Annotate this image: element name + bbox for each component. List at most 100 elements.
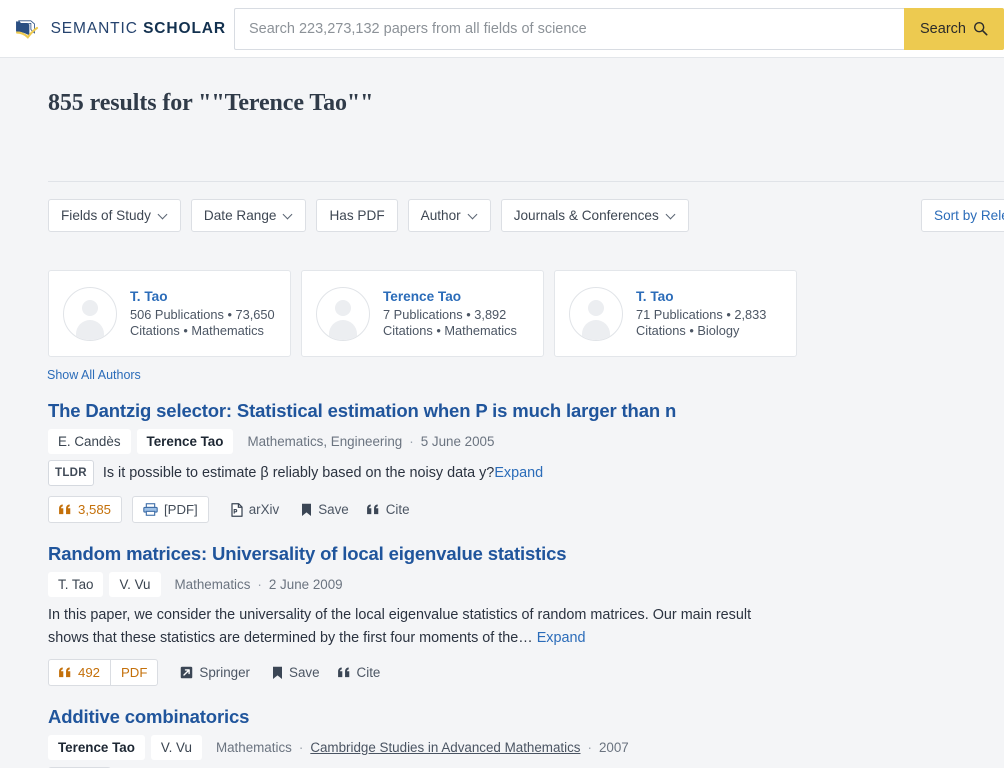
paper-venue-link[interactable]: Cambridge Studies in Advanced Mathematic… xyxy=(310,740,580,755)
filter-button-journals-conferences[interactable]: Journals & Conferences xyxy=(500,199,689,232)
save-button[interactable]: Save xyxy=(301,502,349,517)
paper-title-link[interactable]: Additive combinatorics xyxy=(48,705,1004,729)
paper-meta: Mathematics · Cambridge Studies in Advance… xyxy=(216,740,629,755)
filter-button-author[interactable]: Author xyxy=(407,199,491,232)
filter-button-label: Fields of Study xyxy=(61,208,151,223)
author-card-info: T. Tao 506 Publications • 73,650 Citatio… xyxy=(130,289,276,339)
paper-actions: 492 PDF Springer Save Cite xyxy=(48,659,1004,686)
tldr-badge: TLDR xyxy=(48,460,94,486)
brand-word-semantic: SEMANTIC xyxy=(50,19,144,37)
author-pill[interactable]: V. Vu xyxy=(150,735,202,760)
citation-count-label: 492 xyxy=(78,665,101,680)
quote-icon xyxy=(366,504,380,515)
author-card-meta: 7 Publications • 3,892 Citations • Mathe… xyxy=(383,306,517,338)
author-card-name[interactable]: T. Tao xyxy=(130,289,276,304)
results-list: The Dantzig selector: Statistical estima… xyxy=(48,399,1004,768)
pdf-button[interactable]: PDF xyxy=(110,659,159,686)
quote-icon xyxy=(337,667,351,678)
filter-button-fields-of-study[interactable]: Fields of Study xyxy=(48,199,181,232)
filter-bar: Fields of Study Date Range Has PDF Author Jo… xyxy=(48,199,1004,232)
save-button[interactable]: Save xyxy=(272,665,320,680)
search-button[interactable]: Search xyxy=(904,7,1004,50)
sort-by-button[interactable]: Sort by Relevance xyxy=(921,199,1004,232)
paper-fields: Mathematics xyxy=(174,577,251,592)
search-input[interactable] xyxy=(234,7,904,50)
filter-button-label: Author xyxy=(420,208,461,223)
bookmark-icon xyxy=(272,666,283,680)
author-pill[interactable]: E. Candès xyxy=(48,429,131,454)
chevron-down-icon xyxy=(667,211,676,220)
tldr-text: Is it possible to estimate β reliably ba… xyxy=(102,465,544,481)
author-card[interactable]: Terence Tao 7 Publications • 3,892 Citat… xyxy=(301,270,544,357)
paper-title-link[interactable]: The Dantzig selector: Statistical estima… xyxy=(48,399,1004,423)
meta-separator: · xyxy=(298,740,304,755)
filter-button-date-range[interactable]: Date Range xyxy=(190,199,307,232)
search-bar: Search xyxy=(234,7,1004,50)
author-pill[interactable]: V. Vu xyxy=(109,572,161,597)
filter-button-label: Date Range xyxy=(203,208,277,223)
author-card-name[interactable]: Terence Tao xyxy=(383,289,529,304)
chevron-down-icon xyxy=(284,211,293,220)
avatar xyxy=(63,286,117,341)
brand-word-scholar: SCHOLAR xyxy=(143,19,226,37)
main-content: 855 results for ""Terence Tao"" Fields o… xyxy=(0,58,1004,768)
show-all-authors-link[interactable]: Show All Authors xyxy=(47,368,141,382)
filter-button-label: Has PDF xyxy=(329,208,385,223)
citation-count-button[interactable]: 3,585 xyxy=(48,496,123,523)
author-card-meta: 506 Publications • 73,650 Citations • Ma… xyxy=(130,306,275,338)
search-button-label: Search xyxy=(920,20,966,37)
author-card[interactable]: T. Tao 71 Publications • 2,833 Citations… xyxy=(554,270,797,357)
author-card[interactable]: T. Tao 506 Publications • 73,650 Citatio… xyxy=(48,270,291,357)
author-pill[interactable]: Terence Tao xyxy=(48,735,145,760)
paper-meta: Mathematics, Engineering · 5 June 2005 xyxy=(247,434,494,449)
document-icon xyxy=(231,502,243,517)
expand-link[interactable]: Expand xyxy=(537,630,586,646)
save-button-label: Save xyxy=(318,502,349,517)
filter-button-has-pdf[interactable]: Has PDF xyxy=(316,199,398,232)
author-card-info: T. Tao 71 Publications • 2,833 Citations… xyxy=(636,289,782,339)
paper-title-link[interactable]: Random matrices: Universality of local e… xyxy=(48,542,1004,566)
source-link-label: Springer xyxy=(199,665,251,680)
chevron-down-icon xyxy=(469,211,478,220)
cite-button-label: Cite xyxy=(356,665,381,680)
cite-button-label: Cite xyxy=(385,502,410,517)
bookmark-icon xyxy=(301,503,312,517)
cite-button[interactable]: Cite xyxy=(366,502,410,517)
pdf-button-label: PDF xyxy=(121,665,148,680)
paper-date: 5 June 2005 xyxy=(420,434,495,449)
save-button-label: Save xyxy=(289,665,320,680)
result-item: Additive combinatorics Terence Tao V. Vu Ma… xyxy=(48,705,1004,768)
avatar xyxy=(316,286,370,341)
paper-abstract: In this paper, we consider the universal… xyxy=(48,607,752,646)
paper-fields: Mathematics, Engineering xyxy=(247,434,403,449)
expand-link[interactable]: Expand xyxy=(494,465,543,481)
cite-button[interactable]: Cite xyxy=(337,665,381,680)
tldr-row: TLDR Is it possible to estimate β reliabl… xyxy=(48,460,1004,487)
citation-count-button[interactable]: 492 xyxy=(48,659,111,686)
paper-meta: Mathematics · 2 June 2009 xyxy=(175,577,343,592)
author-pill[interactable]: T. Tao xyxy=(48,572,104,597)
paper-date: 2007 xyxy=(598,740,629,755)
paper-byline: T. Tao V. Vu Mathematics · 2 June 2009 xyxy=(48,572,1004,597)
filter-button-label: Journals & Conferences xyxy=(513,208,659,223)
author-cards: T. Tao 506 Publications • 73,650 Citatio… xyxy=(48,270,797,357)
pdf-button[interactable]: [PDF] xyxy=(132,496,209,523)
title-divider xyxy=(48,181,1004,182)
sort-by-label: Sort by Relevance xyxy=(934,208,1004,223)
paper-actions: 3,585 [PDF] arXiv Save Cite xyxy=(48,496,1004,523)
avatar xyxy=(569,286,623,341)
source-link-arxiv[interactable]: arXiv xyxy=(231,502,279,517)
source-link-springer[interactable]: Springer xyxy=(180,665,250,680)
external-link-icon xyxy=(180,666,193,679)
author-card-name[interactable]: T. Tao xyxy=(636,289,782,304)
author-pill[interactable]: Terence Tao xyxy=(136,429,234,454)
paper-date: 2 June 2009 xyxy=(268,577,343,592)
pdf-printer-icon xyxy=(143,503,158,516)
pdf-button-label: [PDF] xyxy=(164,502,198,517)
search-icon xyxy=(973,21,988,36)
brand-wordmark: SEMANTIC SCHOLAR xyxy=(51,20,226,38)
brand-logo-link[interactable]: SEMANTIC SCHOLAR xyxy=(14,8,226,50)
result-item: The Dantzig selector: Statistical estima… xyxy=(48,399,1004,523)
paper-byline: E. Candès Terence Tao Mathematics, Enginee… xyxy=(48,429,1004,454)
semantic-scholar-logo-icon xyxy=(15,19,39,39)
